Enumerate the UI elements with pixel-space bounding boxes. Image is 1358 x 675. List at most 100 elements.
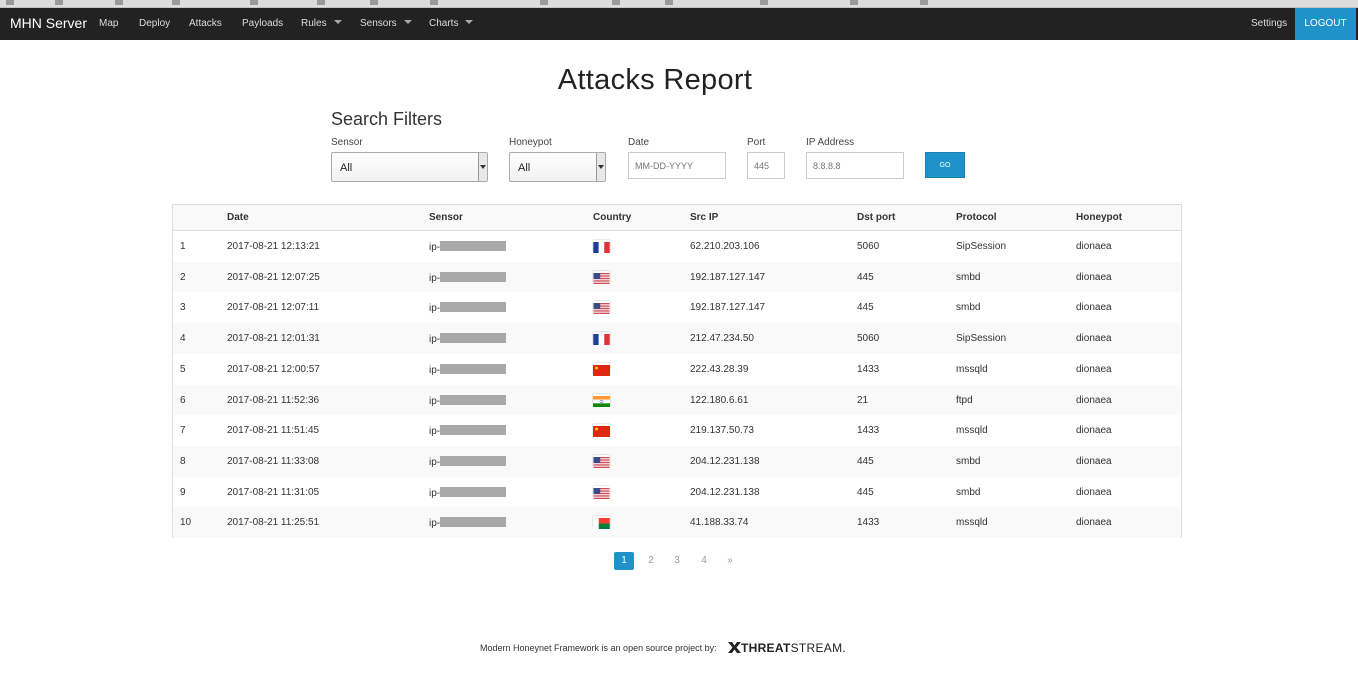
redacted-sensor-id	[440, 241, 507, 251]
sensor-name-prefix: ip-	[429, 364, 441, 376]
bookmark-item[interactable]	[665, 0, 676, 7]
bookmark-item[interactable]	[540, 0, 551, 7]
redacted-sensor-id	[440, 455, 507, 466]
nav-settings[interactable]: Settings	[1251, 18, 1287, 29]
cell-protocol: SipSession	[956, 241, 1007, 252]
cell-protocol: SipSession	[956, 333, 1007, 345]
cell-honeypot: dionaea	[1076, 394, 1112, 406]
cell-src-ip: 212.47.234.50	[690, 333, 754, 345]
pagination-page[interactable]: 2	[641, 552, 661, 570]
select-arrow-icon	[478, 153, 487, 181]
ip-address-input[interactable]	[806, 152, 904, 179]
bookmark-item[interactable]	[850, 0, 861, 7]
pagination-page[interactable]: 3	[667, 552, 687, 570]
column-header-country: Country	[593, 212, 632, 223]
cell-honeypot: dionaea	[1076, 271, 1112, 283]
bookmark-item[interactable]	[250, 0, 261, 7]
date-input[interactable]	[628, 152, 726, 179]
sensor-name-prefix: ip-	[429, 456, 441, 468]
honeypot-select[interactable]: All	[509, 152, 606, 182]
nav-map[interactable]: Map	[99, 18, 118, 29]
nav-charts-dropdown[interactable]: Charts	[429, 18, 474, 29]
bookmark-item[interactable]	[172, 0, 183, 7]
sensor-select[interactable]: All	[331, 152, 488, 182]
cell-protocol: smbd	[956, 486, 981, 498]
pagination-page[interactable]: 1	[614, 552, 634, 570]
cell-dst-port: 1433	[857, 517, 880, 529]
sensor-select-value: All	[340, 162, 353, 174]
cell-protocol: ftpd	[956, 394, 973, 406]
go-button[interactable]: GO	[925, 152, 965, 178]
cell-src-ip: 41.188.33.74	[690, 517, 749, 529]
table-row: 10 2017-08-21 11:25:51 ip- 41.188.33.74 1433…	[173, 507, 1181, 538]
cell-src-ip: 62.210.203.106	[690, 241, 760, 252]
pagination-page[interactable]: 4	[694, 552, 714, 570]
port-label: Port	[747, 137, 766, 148]
bookmark-item[interactable]	[370, 0, 381, 7]
sensor-name-prefix: ip-	[429, 426, 441, 438]
bookmark-item[interactable]	[317, 0, 328, 7]
bookmark-item[interactable]	[55, 0, 66, 7]
nav-rules-label: Rules	[301, 18, 327, 29]
pagination-next[interactable]: »	[720, 552, 740, 570]
top-navbar: MHN Server Map Deploy Attacks Payloads R…	[0, 8, 1358, 40]
table-row: 7 2017-08-21 11:51:45 ip- 219.137.50.73 1433…	[173, 415, 1181, 446]
browser-bookmarks-bar	[0, 0, 1358, 8]
bookmark-item[interactable]	[6, 0, 17, 7]
page-title: Attacks Report	[557, 64, 753, 96]
nav-deploy[interactable]: Deploy	[139, 18, 170, 29]
port-input[interactable]	[747, 152, 785, 179]
ip-address-label: IP Address	[806, 137, 855, 148]
nav-sensors-dropdown[interactable]: Sensors	[360, 18, 412, 29]
cell-dst-port: 445	[857, 271, 874, 283]
table-row: 5 2017-08-21 12:00:57 ip- 222.43.28.39 1433 m…	[173, 353, 1181, 385]
bookmark-item[interactable]	[760, 0, 771, 7]
threatstream-logo[interactable]: THREATSTREAM.	[728, 641, 846, 655]
sensor-name-prefix: ip-	[429, 487, 441, 499]
row-number: 7	[180, 425, 186, 437]
logout-button[interactable]: LOGOUT	[1295, 8, 1356, 40]
table-row: 8 2017-08-21 11:33:08 ip- 204.12.231.138 445…	[173, 445, 1181, 477]
cell-src-ip: 219.137.50.73	[690, 425, 754, 437]
redacted-sensor-id	[440, 333, 507, 344]
table-row: 3 2017-08-21 12:07:11 ip- 192.187.127.147 44…	[173, 292, 1181, 324]
caret-down-icon	[333, 20, 342, 24]
cell-dst-port: 5060	[857, 241, 880, 252]
sensor-name-prefix: ip-	[429, 395, 441, 407]
redacted-sensor-id	[440, 486, 507, 497]
sensor-label: Sensor	[331, 137, 363, 148]
cell-sensor: ip-	[429, 271, 507, 284]
redacted-sensor-id	[440, 271, 507, 282]
cell-src-ip: 204.12.231.138	[690, 455, 760, 467]
nav-attacks[interactable]: Attacks	[189, 18, 222, 29]
cell-protocol: mssqld	[956, 517, 988, 529]
table-row: 2 2017-08-21 12:07:25 ip- 192.187.127.147 44…	[173, 261, 1181, 293]
cell-sensor: ip-	[429, 241, 507, 253]
cell-honeypot: dionaea	[1076, 425, 1112, 437]
bookmark-item[interactable]	[612, 0, 623, 7]
cell-date: 2017-08-21 12:00:57	[227, 363, 320, 375]
nav-payloads[interactable]: Payloads	[242, 18, 283, 29]
row-number: 5	[180, 363, 186, 375]
row-number: 1	[180, 241, 186, 252]
madagascar-flag-icon	[593, 516, 610, 530]
date-label: Date	[628, 137, 650, 148]
redacted-sensor-id	[440, 394, 507, 405]
sensor-name-prefix: ip-	[429, 272, 441, 284]
cell-date: 2017-08-21 12:07:25	[227, 271, 320, 283]
bookmark-item[interactable]	[920, 0, 931, 7]
attacks-table: Date Sensor Country Src IP Dst port Prot…	[172, 204, 1182, 538]
honeypot-label: Honeypot	[509, 137, 552, 148]
bookmark-item[interactable]	[430, 0, 441, 7]
cell-sensor: ip-	[429, 333, 507, 346]
bookmark-item[interactable]	[115, 0, 126, 7]
cell-dst-port: 445	[857, 486, 874, 498]
cell-honeypot: dionaea	[1076, 455, 1112, 467]
row-number: 3	[180, 302, 186, 314]
brand-link[interactable]: MHN Server	[10, 15, 87, 31]
sensor-name-prefix: ip-	[429, 334, 441, 346]
nav-rules-dropdown[interactable]: Rules	[301, 18, 342, 29]
cell-dst-port: 21	[857, 394, 869, 406]
cell-protocol: mssqld	[956, 363, 988, 375]
cell-src-ip: 192.187.127.147	[690, 302, 766, 314]
